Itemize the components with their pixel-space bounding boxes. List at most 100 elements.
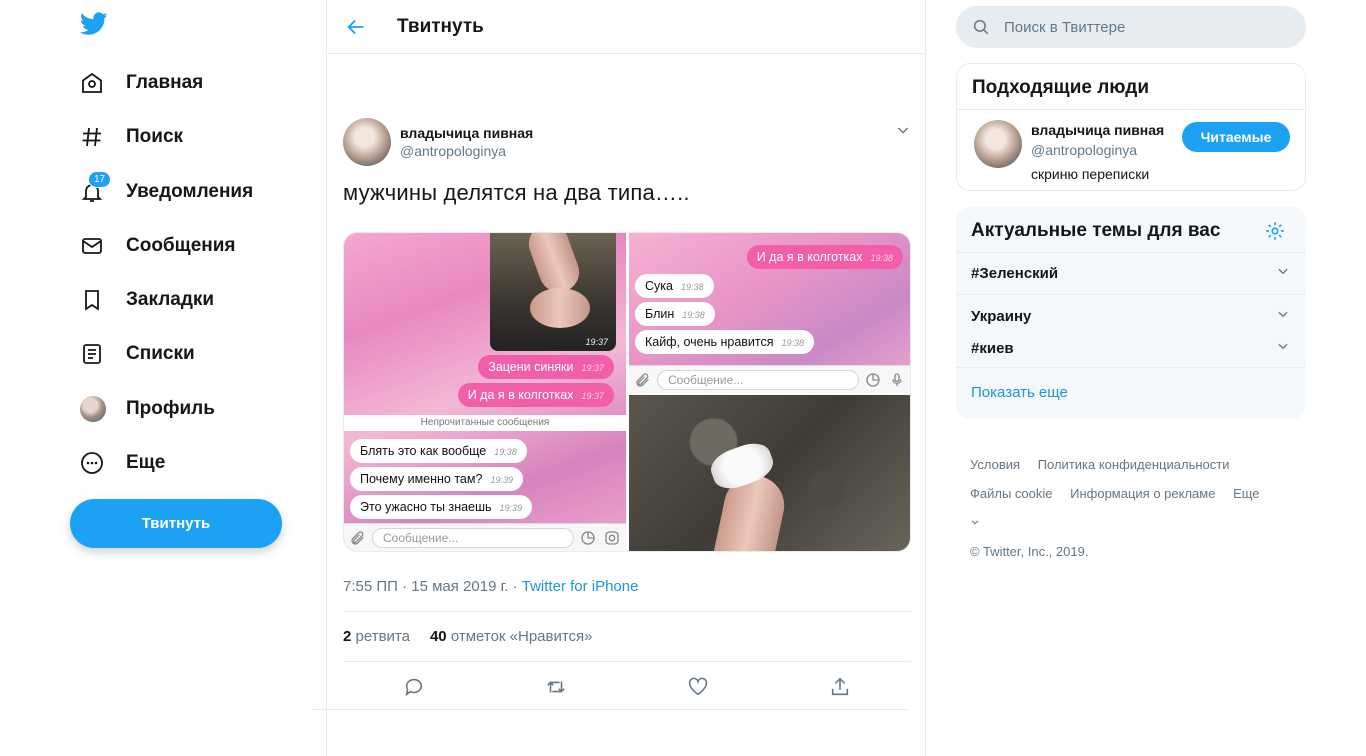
bell-icon: 17 [70, 171, 116, 207]
nav-more[interactable]: Еще [70, 439, 165, 487]
author-avatar[interactable] [343, 118, 391, 166]
bubble-time: 19:38 [680, 282, 704, 292]
trend-item[interactable]: Украину [956, 295, 1306, 327]
media-right-column: И да я в колготках 19:38 Сука 19:38 Блин 19… [629, 233, 910, 551]
tweet-actions [343, 672, 911, 702]
media-image-photo[interactable] [629, 395, 910, 551]
chat-composer: Сообщение... [344, 523, 626, 551]
gear-icon[interactable] [1264, 220, 1286, 248]
trend-item[interactable]: #киев [956, 327, 1306, 368]
nav-label: Главная [126, 72, 204, 93]
chevron-down-icon[interactable] [1276, 253, 1290, 295]
nav-messages[interactable]: Сообщения [70, 222, 236, 270]
footer-link-privacy[interactable]: Политика конфиденциальности [1038, 457, 1230, 472]
tweet-source-link[interactable]: Twitter for iPhone [522, 578, 639, 595]
search-input[interactable] [1004, 18, 1264, 36]
nav-label: Еще [126, 452, 166, 473]
home-icon [70, 68, 116, 98]
chat-message-field: Сообщение... [372, 527, 574, 548]
reply-icon[interactable] [399, 672, 429, 702]
photo-in-chat: 19:37 [490, 233, 616, 351]
camera-icon [605, 530, 619, 545]
mail-icon [70, 231, 116, 261]
bubble-text: Почему именно там? [360, 472, 483, 486]
trends-card: Актуальные темы для вас #Зеленский Украи… [956, 207, 1306, 419]
bookmark-icon [70, 285, 116, 315]
bubble-time: 19:38 [682, 310, 705, 320]
trends-title-text: Актуальные темы для вас [971, 220, 1221, 241]
nav-explore[interactable]: Поиск [70, 113, 183, 161]
share-icon[interactable] [825, 672, 855, 702]
nav-label: Закладки [126, 289, 215, 310]
search-box[interactable] [956, 6, 1306, 48]
nav-profile[interactable]: Профиль [70, 385, 215, 433]
chat-message-field: Сообщение... [657, 369, 859, 390]
user-avatar[interactable] [974, 120, 1022, 168]
divider [312, 709, 910, 710]
chevron-down-icon[interactable] [1276, 327, 1290, 371]
footer-link-terms[interactable]: Условия [970, 457, 1020, 472]
paperclip-icon [636, 372, 649, 387]
who-to-follow-row[interactable]: владычица пивная @antropologinya скриню … [957, 110, 1305, 190]
author-name[interactable]: владычица пивная [400, 125, 533, 141]
bubble-time: 19:38 [494, 447, 517, 457]
nav-label: Списки [126, 343, 195, 364]
nav-home[interactable]: Главная [70, 59, 203, 107]
photo-time: 19:37 [585, 337, 608, 347]
trend-label: #киев [971, 340, 1014, 357]
retweet-icon[interactable] [541, 672, 571, 702]
bubble-time: 19:37 [581, 391, 604, 401]
twitter-app: Главная Поиск 17 Уведомления Сообщения З… [0, 0, 1366, 756]
bubble-text: Сука [645, 279, 673, 293]
user-handle[interactable]: @antropologinya [1031, 142, 1137, 158]
bubble-time: 19:38 [870, 253, 893, 263]
notification-badge: 17 [88, 171, 112, 188]
footer-copyright: © Twitter, Inc., 2019. [970, 544, 1089, 559]
tweet-button[interactable]: Твитнуть [70, 499, 282, 548]
trend-label: #Зеленский [971, 265, 1059, 282]
hashtag-icon [70, 122, 116, 152]
paperclip-icon [351, 530, 364, 545]
nav-lists[interactable]: Списки [70, 330, 195, 378]
show-more-link[interactable]: Показать еще [971, 384, 1068, 401]
retweet-number: 2 [343, 628, 352, 645]
nav-notifications[interactable]: 17 Уведомления [70, 168, 253, 216]
chat-bubble-in: Блять это как вообще 19:38 [350, 439, 527, 463]
tweet-media-grid[interactable]: 19:37 Зацени синяки 19:37 И да я в колгот… [343, 232, 911, 552]
like-icon[interactable] [683, 672, 713, 702]
chat-bubble-out: И да я в колготках 19:37 [457, 383, 614, 407]
bubble-text: Зацени синяки [488, 360, 574, 374]
who-to-follow-card: Подходящие люди владычица пивная @antrop… [956, 63, 1306, 191]
like-count[interactable]: 40 отметок «Нравится» [430, 628, 593, 645]
bubble-text: Блин [645, 307, 675, 321]
chat-bubble-out: Зацени синяки 19:37 [478, 355, 614, 379]
footer-link-ads[interactable]: Информация о рекламе [1070, 486, 1215, 501]
following-button[interactable]: Читаемые [1182, 122, 1290, 152]
nav-label: Профиль [126, 398, 215, 419]
back-arrow-icon[interactable] [345, 16, 375, 38]
tweet-author[interactable]: владычица пивная @antropologinya [343, 118, 533, 166]
chat-bubble-in: Кайф, очень нравится 19:38 [635, 330, 815, 354]
profile-icon-wrap [70, 394, 116, 424]
user-name[interactable]: владычица пивная [1031, 122, 1164, 138]
author-handle[interactable]: @antropologinya [400, 143, 533, 159]
chevron-down-icon[interactable] [895, 122, 911, 143]
media-image-chat-2[interactable]: И да я в колготках 19:38 Сука 19:38 Блин 19… [629, 233, 910, 393]
nav-bookmarks[interactable]: Закладки [70, 276, 214, 324]
trend-item[interactable]: #Зеленский [956, 253, 1306, 295]
like-number: 40 [429, 628, 447, 645]
more-icon [70, 448, 116, 478]
bubble-time: 19:39 [490, 475, 513, 485]
footer-link-cookies[interactable]: Файлы cookie [970, 486, 1053, 501]
retweet-count[interactable]: 2 ретвита [343, 628, 410, 645]
author-text: владычица пивная @antropologinya [400, 125, 533, 159]
media-image-chat-1[interactable]: 19:37 Зацени синяки 19:37 И да я в колгот… [344, 233, 626, 551]
tweet-text: мужчины делятся на два типа….. [343, 180, 690, 205]
tweet-timestamp[interactable]: 7:55 ПП · 15 мая 2019 г. · [343, 578, 522, 595]
chat-bubble-in: Это ужасно ты знаешь 19:39 [350, 495, 533, 519]
twitter-logo-icon[interactable] [79, 12, 108, 40]
bubble-text: И да я в колготках [756, 250, 863, 264]
tweet-meta: 7:55 ПП · 15 мая 2019 г. · Twitter for i… [343, 578, 638, 595]
bubble-text: Кайф, очень нравится [645, 335, 774, 349]
nav-label: Уведомления [126, 181, 254, 202]
